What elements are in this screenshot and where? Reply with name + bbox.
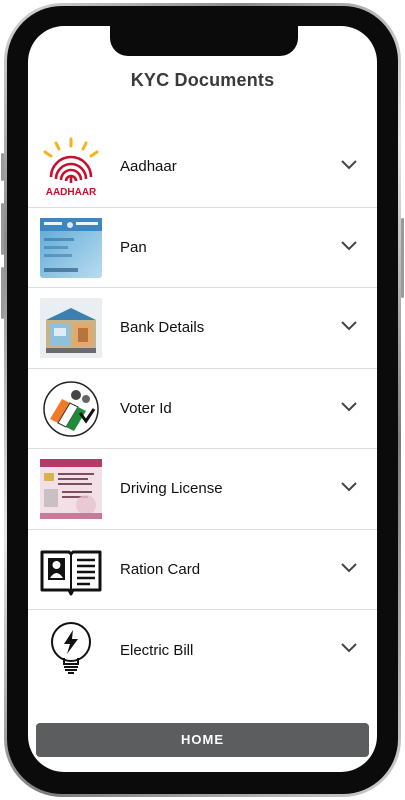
document-row-voter-id[interactable]: Voter Id <box>28 369 377 449</box>
driving-license-card-icon <box>40 459 102 519</box>
chevron-down-icon[interactable] <box>339 638 359 658</box>
document-label-electric-bill: Electric Bill <box>120 641 194 659</box>
document-row-aadhaar[interactable]: AADHAAR Aadhaar <box>28 127 377 208</box>
chevron-down-icon[interactable] <box>339 316 359 336</box>
document-label-voter-id: Voter Id <box>120 399 172 417</box>
document-row-ration-card[interactable]: Ration Card <box>28 530 377 610</box>
document-label-pan: Pan <box>120 238 147 256</box>
bank-building-icon <box>40 298 102 358</box>
chevron-down-icon[interactable] <box>339 558 359 578</box>
chevron-down-icon[interactable] <box>339 477 359 497</box>
document-label-ration-card: Ration Card <box>120 560 201 578</box>
document-label-bank-details: Bank Details <box>120 319 205 337</box>
home-button[interactable]: HOME <box>36 723 369 757</box>
chevron-down-icon[interactable] <box>339 236 359 256</box>
document-row-driving-license[interactable]: Driving License <box>28 449 377 530</box>
volume-up-button <box>1 203 4 255</box>
document-row-electric-bill[interactable]: Electric Bill <box>28 610 377 691</box>
aadhaar-logo-icon: AADHAAR <box>40 137 102 197</box>
document-label-driving-license: Driving License <box>120 480 223 498</box>
pan-card-icon <box>40 217 102 278</box>
mute-switch <box>1 153 4 181</box>
document-list: AADHAAR Aadhaar Pan Bank Details Voter I… <box>28 127 377 691</box>
document-row-pan[interactable]: Pan <box>28 208 377 288</box>
document-row-bank-details[interactable]: Bank Details <box>28 288 377 369</box>
notch <box>110 26 298 56</box>
document-label-aadhaar: Aadhaar <box>120 158 177 176</box>
phone-bezel: KYC Documents AADHAAR Aadhaar Pan Bank D… <box>7 6 398 794</box>
app-screen: KYC Documents AADHAAR Aadhaar Pan Bank D… <box>28 26 377 772</box>
ration-card-book-icon <box>40 540 102 600</box>
phone-frame: KYC Documents AADHAAR Aadhaar Pan Bank D… <box>1 3 404 797</box>
page-title: KYC Documents <box>130 70 275 90</box>
election-commission-icon <box>40 379 102 439</box>
aadhaar-logo-text: AADHAAR <box>46 187 97 197</box>
power-button <box>401 218 404 298</box>
volume-down-button <box>1 267 4 319</box>
chevron-down-icon[interactable] <box>339 397 359 417</box>
light-bulb-icon <box>40 620 102 680</box>
chevron-down-icon[interactable] <box>339 155 359 175</box>
